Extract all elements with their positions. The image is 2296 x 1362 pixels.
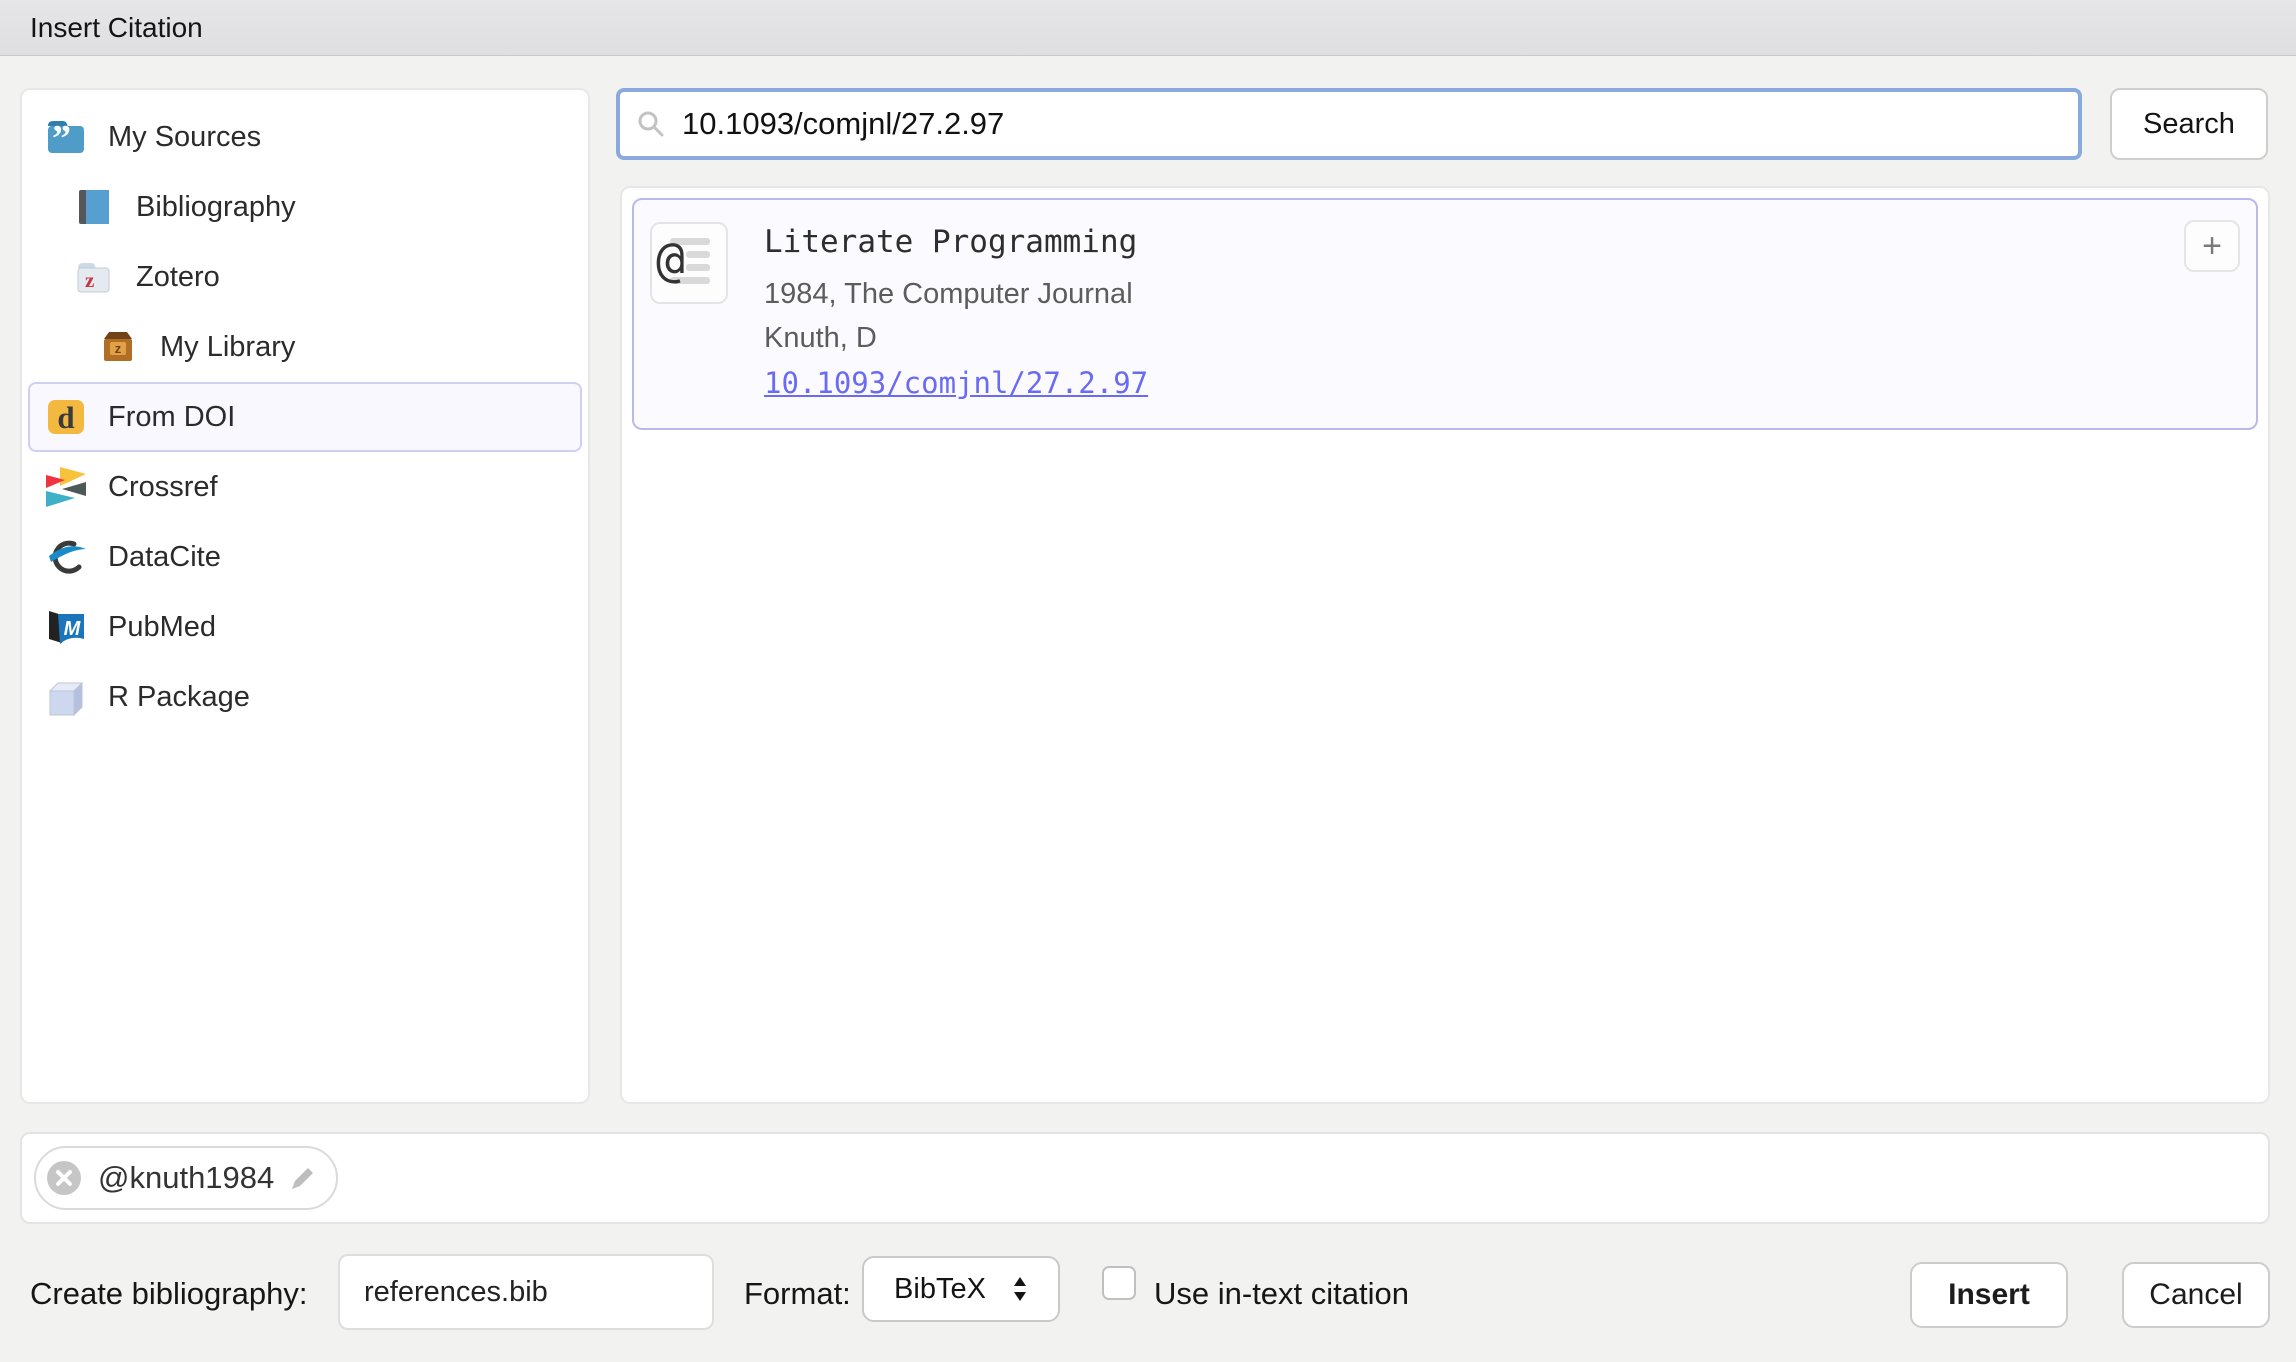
search-icon — [636, 109, 666, 139]
sidebar-item-pubmed[interactable]: M PubMed — [28, 592, 582, 662]
search-results-panel: @ Literate Programming 1984, The Compute… — [620, 186, 2270, 1104]
dialog-titlebar: Insert Citation — [0, 0, 2296, 56]
citation-title: Literate Programming — [764, 224, 1148, 260]
library-box-icon: z — [96, 325, 140, 369]
sidebar-item-bibliography[interactable]: Bibliography — [28, 172, 582, 242]
dialog-title: Insert Citation — [30, 12, 203, 44]
svg-text:z: z — [85, 268, 94, 292]
add-citation-button[interactable]: + — [2184, 220, 2240, 272]
zotero-folder-icon: z — [72, 255, 116, 299]
search-button[interactable]: Search — [2110, 88, 2268, 160]
format-label: Format: — [744, 1276, 851, 1312]
sidebar-item-label: Crossref — [108, 471, 218, 504]
pubmed-icon: M — [44, 605, 88, 649]
svg-text:z: z — [115, 341, 122, 356]
remove-circle-icon[interactable] — [46, 1160, 82, 1196]
citation-result-card[interactable]: @ Literate Programming 1984, The Compute… — [632, 198, 2258, 430]
insert-button[interactable]: Insert — [1910, 1262, 2068, 1328]
use-intext-label: Use in-text citation — [1154, 1276, 1409, 1312]
sidebar-item-label: My Library — [160, 331, 295, 364]
sidebar-item-label: PubMed — [108, 611, 216, 644]
sidebar-item-datacite[interactable]: DataCite — [28, 522, 582, 592]
citation-year-journal: 1984, The Computer Journal — [764, 272, 1148, 316]
selected-citations-bar: @knuth1984 — [20, 1132, 2270, 1224]
sources-sidebar: ” My Sources Bibliography z Zotero z My … — [20, 88, 590, 1104]
my-sources-folder-icon: ” — [44, 115, 88, 159]
create-bibliography-label: Create bibliography: — [30, 1276, 307, 1312]
citation-tag-label: @knuth1984 — [98, 1160, 274, 1196]
citation-details: Literate Programming 1984, The Computer … — [764, 222, 1148, 428]
citation-tag-pill[interactable]: @knuth1984 — [34, 1146, 338, 1210]
format-select-value: BibTeX — [894, 1273, 986, 1306]
cancel-button[interactable]: Cancel — [2122, 1262, 2270, 1328]
crossref-icon — [44, 465, 88, 509]
select-arrows-icon — [1012, 1275, 1028, 1303]
sidebar-item-label: R Package — [108, 681, 250, 714]
sidebar-item-my-sources[interactable]: ” My Sources — [28, 102, 582, 172]
insert-citation-dialog: Insert Citation ” My Sources Bibliograph… — [0, 0, 2296, 1362]
bibliography-filename-input[interactable] — [338, 1254, 714, 1330]
sidebar-item-r-package[interactable]: R Package — [28, 662, 582, 732]
sidebar-item-zotero[interactable]: z Zotero — [28, 242, 582, 312]
doi-search-field — [616, 88, 2082, 160]
sidebar-item-crossref[interactable]: Crossref — [28, 452, 582, 522]
citation-at-icon: @ — [650, 222, 728, 304]
doi-icon: d — [44, 395, 88, 439]
sidebar-item-my-library[interactable]: z My Library — [28, 312, 582, 382]
svg-text:@: @ — [656, 232, 685, 288]
datacite-icon — [44, 535, 88, 579]
search-input[interactable] — [680, 105, 2062, 143]
use-intext-checkbox[interactable] — [1102, 1266, 1136, 1300]
bibliography-book-icon — [72, 185, 116, 229]
sidebar-item-label: DataCite — [108, 541, 221, 574]
citation-doi-link[interactable]: 10.1093/comjnl/27.2.97 — [764, 360, 1148, 406]
r-package-icon — [44, 675, 88, 719]
sidebar-item-from-doi[interactable]: d From DOI — [28, 382, 582, 452]
svg-text:”: ” — [52, 118, 71, 159]
pencil-icon[interactable] — [290, 1165, 316, 1191]
citation-author: Knuth, D — [764, 316, 1148, 360]
format-select[interactable]: BibTeX — [862, 1256, 1060, 1322]
sidebar-item-label: My Sources — [108, 121, 261, 154]
sidebar-item-label: Bibliography — [136, 191, 296, 224]
sidebar-item-label: From DOI — [108, 401, 235, 434]
sidebar-item-label: Zotero — [136, 261, 220, 294]
svg-text:d: d — [57, 400, 74, 435]
svg-text:M: M — [64, 618, 82, 640]
